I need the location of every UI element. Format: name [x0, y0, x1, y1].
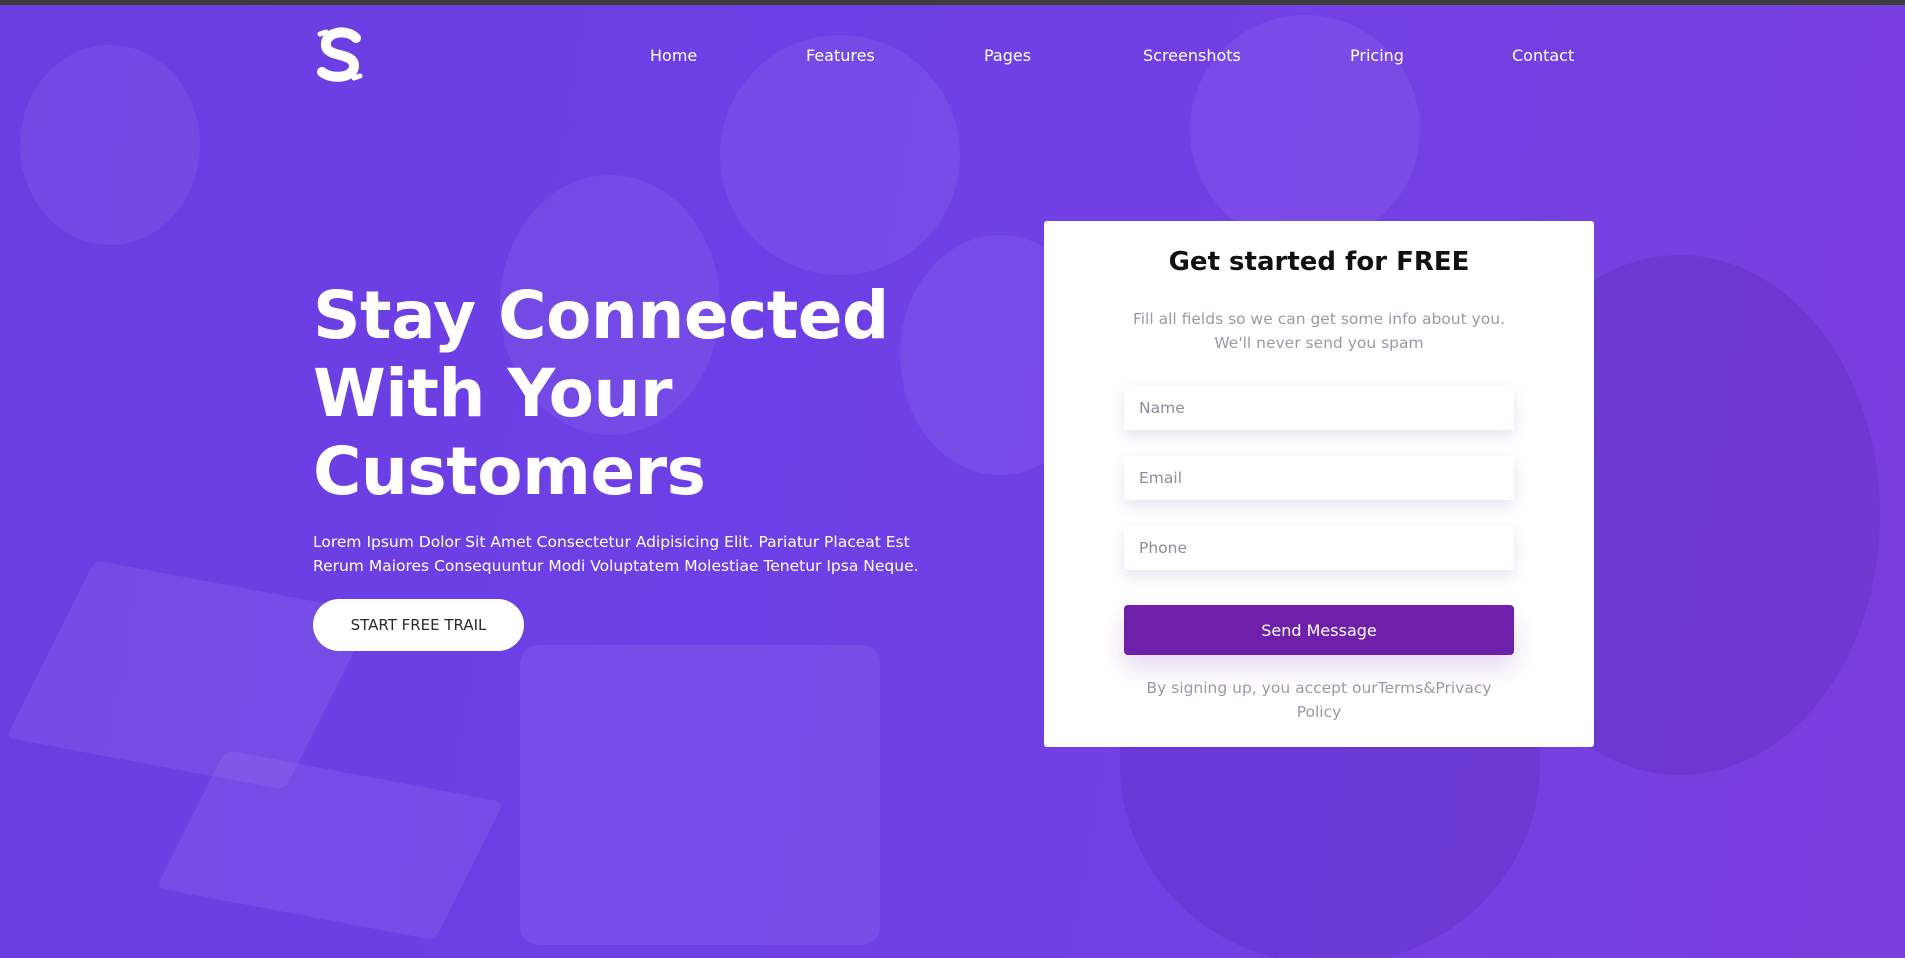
nav-item-features[interactable]: Features: [806, 46, 875, 65]
email-field[interactable]: [1124, 456, 1514, 500]
start-free-trial-button[interactable]: START FREE TRAIL: [313, 599, 524, 651]
name-field[interactable]: [1124, 386, 1514, 430]
nav-item-screenshots[interactable]: Screenshots: [1143, 46, 1241, 65]
headline-line: Customers: [313, 433, 706, 510]
hero-description: Lorem Ipsum Dolor Sit Amet Consectetur A…: [313, 530, 963, 578]
nav-item-pricing[interactable]: Pricing: [1350, 46, 1404, 65]
description-line: Rerum Maiores Consequuntur Modi Voluptat…: [313, 557, 919, 575]
main-nav: Home Features Pages Screenshots Pricing …: [0, 46, 1905, 70]
headline-line: With Your: [313, 355, 673, 432]
send-message-button[interactable]: Send Message: [1124, 605, 1514, 655]
nav-item-home[interactable]: Home: [650, 46, 697, 65]
description-line: Lorem Ipsum Dolor Sit Amet Consectetur A…: [313, 533, 910, 551]
signup-card: Get started for FREE Fill all fields so …: [1044, 221, 1594, 747]
headline-line: Stay Connected: [313, 277, 889, 354]
signup-description-line: Fill all fields so we can get some info …: [1132, 310, 1506, 328]
signup-description-line: We'll never send you spam: [1214, 334, 1424, 352]
terms-prefix: By signing up, you accept our: [1146, 679, 1378, 697]
background-laptop-shape: [6, 560, 374, 790]
background-photo-shape: [20, 45, 200, 245]
nav-item-contact[interactable]: Contact: [1512, 46, 1574, 65]
terms-notice: By signing up, you accept ourTerms&Priva…: [1134, 676, 1504, 724]
phone-field[interactable]: [1124, 526, 1514, 570]
background-photo-shape: [720, 35, 960, 275]
signup-description: Fill all fields so we can get some info …: [1119, 307, 1519, 355]
hero-headline: Stay Connected With Your Customers: [313, 277, 953, 511]
background-laptop-shape: [156, 750, 504, 940]
nav-item-pages[interactable]: Pages: [984, 46, 1031, 65]
background-laptop-shape: [520, 645, 880, 945]
signup-title: Get started for FREE: [1168, 247, 1470, 277]
